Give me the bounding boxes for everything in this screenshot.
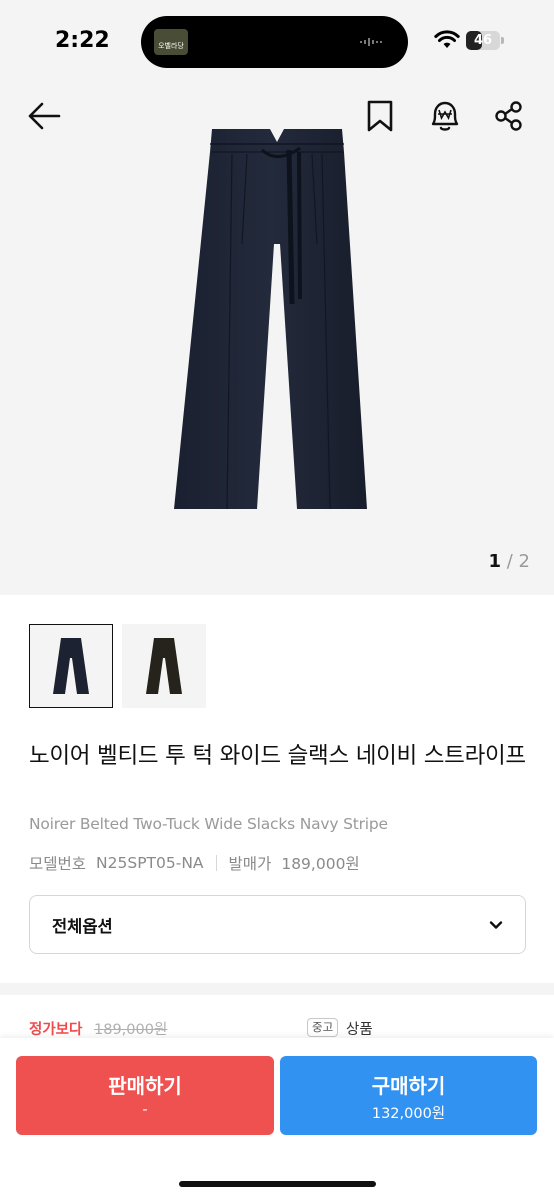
page-separator: / [506,551,513,572]
product-title-english: Noirer Belted Two-Tuck Wide Slacks Navy … [29,815,388,833]
price-alert-icon [431,101,459,131]
price-alert-button[interactable] [425,96,465,136]
model-number-label: 모델번호 [29,855,87,873]
original-price: 189,000원 [94,1022,168,1038]
buy-button-label: 구매하기 [371,1074,446,1098]
back-arrow-icon [28,102,61,130]
back-button[interactable] [24,96,64,136]
sell-button-price: - [142,1102,148,1118]
condition-text: 상품 [346,1022,373,1038]
sell-button-label: 판매하기 [108,1074,182,1098]
release-price-value: 189,000원 [281,855,360,873]
thumbnail-black-slacks-image [146,638,182,694]
thumbnail-navy-slacks-image [53,638,89,694]
product-spec-row: 모델번호 N25SPT05-NA 발매가 189,000원 [29,852,360,874]
thumbnail-1[interactable] [29,624,113,708]
image-page-indicator: 1 / 2 [488,551,530,572]
thumbnail-strip [29,624,206,708]
model-number-value: N25SPT05-NA [96,854,204,872]
battery-indicator: 46 [466,31,500,50]
bottom-action-bar: 판매하기 - 구매하기 132,000원 [0,1038,554,1200]
chevron-down-icon [489,920,503,929]
current-page: 1 [488,551,501,572]
status-bar: 2:22 오벨라당 46 [0,0,554,80]
thumbnail-2[interactable] [122,624,206,708]
total-pages: 2 [518,551,530,572]
sell-button[interactable]: 판매하기 - [16,1056,274,1135]
product-title-korean: 노이어 벨티드 투 턱 와이드 슬랙스 네이비 스트라이프 [29,743,526,769]
release-price-label: 발매가 [228,855,272,873]
buy-button[interactable]: 구매하기 132,000원 [280,1056,537,1135]
now-playing-thumbnail: 오벨라당 [154,29,188,55]
audio-wave-icon [360,38,382,46]
condition-badge: 중고 [307,1018,339,1037]
option-select[interactable]: 전체옵션 [29,895,526,954]
share-button[interactable] [489,96,529,136]
battery-percent: 46 [473,33,493,48]
status-time: 2:22 [55,28,110,53]
product-photo [174,129,367,510]
battery-tip [501,37,504,44]
share-icon [495,101,522,131]
product-image-gallery[interactable]: 1 / 2 [0,80,554,595]
home-indicator[interactable] [179,1181,376,1187]
dynamic-island: 오벨라당 [141,16,408,68]
wifi-icon [434,30,460,48]
section-divider [0,983,554,995]
option-select-label: 전체옵션 [52,916,113,936]
spec-divider [215,855,217,871]
buy-button-price: 132,000원 [371,1106,446,1122]
compare-label: 정가보다 [29,1022,83,1038]
